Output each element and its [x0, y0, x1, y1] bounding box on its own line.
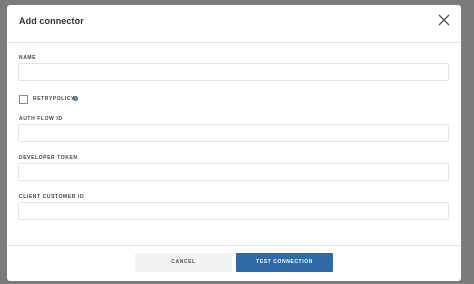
modal-header: Add connector	[7, 5, 461, 43]
dialog-title: Add connector	[19, 16, 84, 26]
test-connection-button[interactable]: TEST CONNECTION	[236, 253, 333, 272]
retry-policy-checkbox[interactable]	[19, 95, 28, 104]
cancel-button[interactable]: CANCEL	[135, 253, 232, 272]
close-icon	[438, 14, 450, 26]
retry-policy-label: RETRYPOLICY	[33, 96, 75, 102]
close-button[interactable]	[437, 13, 451, 27]
modal-footer: CANCEL TEST CONNECTION	[7, 245, 461, 281]
developer-token-label: DEVELOPER TOKEN	[19, 155, 78, 161]
name-input[interactable]	[18, 63, 449, 81]
client-customer-id-label: CLIENT CUSTOMER ID	[19, 194, 85, 200]
info-icon[interactable]: ?	[73, 96, 78, 101]
name-label: NAME	[19, 55, 37, 61]
auth-flow-id-label: AUTH FLOW ID	[19, 116, 63, 122]
auth-flow-id-input[interactable]	[18, 124, 449, 142]
developer-token-input[interactable]	[18, 163, 449, 181]
add-connector-dialog: Add connector NAME RETRYPOLICY ? AUTH FL…	[7, 5, 461, 281]
client-customer-id-input[interactable]	[18, 202, 449, 220]
